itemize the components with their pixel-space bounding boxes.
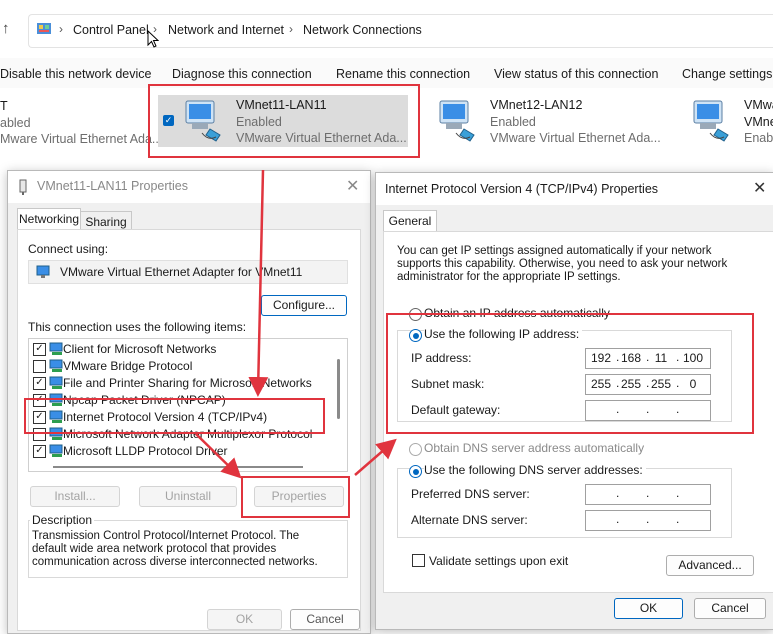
adapter-name: VMwa <box>744 98 773 112</box>
auto-dns-label: Obtain DNS server address automatically <box>424 441 645 455</box>
list-item[interactable]: ✓ Client for Microsoft Networks <box>29 341 329 357</box>
annotation-box-ipv4-item <box>24 398 325 434</box>
use-dns-label: Use the following DNS server addresses: <box>424 463 646 477</box>
intro-text: You can get IP settings assigned automat… <box>397 245 728 283</box>
annotation-box-static-ip <box>386 313 754 434</box>
tab-networking[interactable]: Networking <box>17 208 81 230</box>
use-dns-radio[interactable] <box>409 465 422 478</box>
annotation-box-adapter <box>148 84 420 158</box>
item-checkbox[interactable]: ✓ <box>33 343 46 356</box>
adapter-device: Enabl <box>744 131 773 145</box>
breadcrumb-separator: › <box>59 22 63 36</box>
adapter-name-field: VMware Virtual Ethernet Adapter for VMne… <box>60 265 303 279</box>
change-settings-command[interactable]: Change settings o <box>682 67 773 81</box>
item-label: File and Printer Sharing for Microsoft N… <box>63 376 312 390</box>
item-label: VMware Bridge Protocol <box>63 359 193 373</box>
configure-button[interactable]: Configure... <box>261 295 347 316</box>
adapter-device: Mware Virtual Ethernet Ada... <box>0 132 163 146</box>
adapter-name: VMnet12-LAN12 <box>490 98 583 112</box>
adapter-status: Enabled <box>490 115 536 129</box>
list-item[interactable]: ✓ File and Printer Sharing for Microsoft … <box>29 375 329 391</box>
control-panel-icon <box>36 21 52 37</box>
close-icon[interactable]: ✕ <box>753 178 766 198</box>
breadcrumb-separator: › <box>289 22 293 36</box>
network-adapter-icon <box>434 99 482 148</box>
advanced-button[interactable]: Advanced... <box>666 555 754 576</box>
list-item[interactable]: VMware Bridge Protocol <box>29 358 329 374</box>
uninstall-button[interactable]: Uninstall <box>139 486 237 507</box>
annotation-box-properties-button <box>241 476 350 518</box>
alternate-dns-field[interactable]: ... <box>585 510 711 531</box>
item-checkbox[interactable] <box>33 360 46 373</box>
ok-button[interactable]: OK <box>207 609 282 630</box>
network-card-icon <box>36 265 52 282</box>
connect-using-label: Connect using: <box>28 242 109 256</box>
cancel-button[interactable]: Cancel <box>694 598 766 619</box>
breadcrumb-control-panel[interactable]: Control Panel <box>73 23 149 37</box>
item-label: Microsoft LLDP Protocol Driver <box>63 444 228 458</box>
validate-checkbox[interactable] <box>412 554 425 567</box>
breadcrumb-separator: › <box>153 22 157 36</box>
item-label: Client for Microsoft Networks <box>63 342 217 356</box>
items-label: This connection uses the following items… <box>28 320 247 334</box>
adapter-item[interactable]: T abled Mware Virtual Ethernet Ada... <box>0 96 162 148</box>
validate-label: Validate settings upon exit <box>429 554 569 568</box>
list-item[interactable]: ✓ Microsoft LLDP Protocol Driver <box>29 443 329 459</box>
tab-sharing[interactable]: Sharing <box>80 211 132 230</box>
close-icon[interactable]: ✕ <box>346 176 359 196</box>
install-button[interactable]: Install... <box>30 486 120 507</box>
adapter-item-vmnet12[interactable]: VMnet12-LAN12 Enabled VMware Virtual Eth… <box>434 95 664 147</box>
view-status-command[interactable]: View status of this connection <box>494 67 658 81</box>
adapter-status: VMne <box>744 115 773 129</box>
adapter-item[interactable]: VMwa VMne Enabl <box>688 95 773 147</box>
breadcrumb-network-connections[interactable]: Network Connections <box>303 23 422 37</box>
breadcrumb-network-and-internet[interactable]: Network and Internet <box>168 23 284 37</box>
dialog-title: VMnet11-LAN11 Properties <box>37 179 189 193</box>
up-arrow-icon[interactable]: ↑ <box>2 20 10 37</box>
preferred-dns-label: Preferred DNS server: <box>411 487 530 501</box>
tab-general[interactable]: General <box>383 210 437 232</box>
description-title: Description <box>30 513 95 527</box>
auto-dns-radio[interactable] <box>409 443 422 456</box>
adapter-device: VMware Virtual Ethernet Ada... <box>490 131 661 145</box>
rename-command[interactable]: Rename this connection <box>336 67 470 81</box>
item-checkbox[interactable]: ✓ <box>33 377 46 390</box>
description-text: Transmission Control Protocol/Internet P… <box>32 530 318 568</box>
horizontal-scrollbar[interactable] <box>53 466 303 468</box>
alternate-dns-label: Alternate DNS server: <box>411 513 528 527</box>
preferred-dns-field[interactable]: ... <box>585 484 711 505</box>
dialog-title: Internet Protocol Version 4 (TCP/IPv4) P… <box>385 182 659 196</box>
adapter-status: abled <box>0 116 31 130</box>
adapter-name: T <box>0 99 8 113</box>
adapter-properties-icon <box>18 179 28 198</box>
cancel-button[interactable]: Cancel <box>290 609 360 630</box>
vertical-scrollbar[interactable] <box>337 359 340 419</box>
ok-button[interactable]: OK <box>614 598 683 619</box>
disable-device-command[interactable]: Disable this network device <box>0 67 151 81</box>
diagnose-command[interactable]: Diagnose this connection <box>172 67 312 81</box>
network-adapter-icon <box>688 99 736 147</box>
item-checkbox[interactable]: ✓ <box>33 445 46 458</box>
